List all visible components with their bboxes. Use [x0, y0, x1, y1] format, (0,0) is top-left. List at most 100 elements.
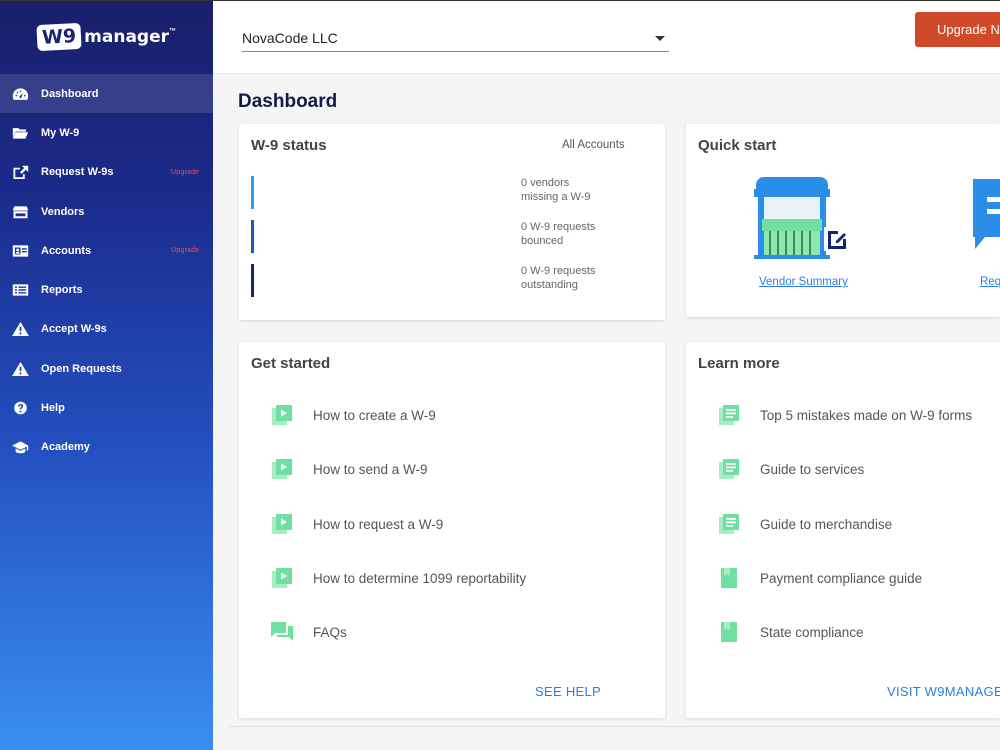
get-started-card: Get started How to create a W-9 How to s…: [239, 342, 665, 718]
warning-icon: [11, 361, 29, 376]
status-row-outstanding[interactable]: 0 W-9 requests outstanding: [251, 264, 651, 297]
sidebar-item-label: Open Requests: [41, 362, 122, 375]
dashboard-icon: [11, 87, 29, 101]
list-item-label: How to determine 1099 reportability: [313, 570, 527, 586]
sidebar-item-reports[interactable]: Reports: [0, 270, 213, 309]
list-item-send-w9[interactable]: How to send a W-9: [271, 458, 428, 480]
request-chat-icon[interactable]: [965, 177, 1000, 252]
sidebar-item-label: Vendors: [41, 205, 85, 218]
video-icon: [271, 514, 293, 534]
visit-w9manager-link[interactable]: VISIT W9MANAGER: [887, 684, 1000, 699]
sidebar-item-label: Academy: [41, 441, 90, 454]
upgrade-badge[interactable]: Upgrade: [171, 169, 199, 176]
status-count: 0 W-9 requests: [521, 265, 596, 277]
sidebar-item-vendors[interactable]: Vendors: [0, 192, 213, 231]
quick-start-card: Quick start Vendor Summary Req: [686, 124, 1000, 317]
sidebar-item-open-requests[interactable]: Open Requests: [0, 349, 213, 388]
list-item-1099-reportability[interactable]: How to determine 1099 reportability: [271, 567, 526, 589]
list-item-label: How to send a W-9: [313, 461, 428, 477]
sidebar-item-label: Reports: [41, 284, 83, 297]
sidebar-item-label: Request W-9s: [41, 166, 114, 179]
chat-icon: [271, 622, 293, 642]
status-count: 0 vendors: [521, 177, 570, 189]
list-item-guide-services[interactable]: Guide to services: [718, 458, 864, 480]
page-title: Dashboard: [238, 91, 338, 112]
list-item-label: Payment compliance guide: [760, 570, 923, 586]
sidebar-item-request-w9s[interactable]: Request W-9s Upgrade: [0, 153, 213, 192]
sidebar-item-dashboard[interactable]: Dashboard: [0, 74, 213, 114]
sidebar: W9 manager ™ Dashboard My W-9 Request W-…: [0, 0, 213, 750]
list-icon: [11, 283, 29, 297]
w9manager-logo[interactable]: W9 manager ™: [36, 22, 177, 52]
list-item-create-w9[interactable]: How to create a W-9: [271, 404, 436, 426]
status-text: 0 W-9 requests outstanding: [521, 264, 631, 292]
divider: [229, 726, 1000, 727]
graduation-cap-icon: [11, 440, 29, 454]
list-item-request-w9[interactable]: How to request a W-9: [271, 513, 443, 535]
sidebar-item-label: My W-9: [41, 126, 80, 139]
w9-status-card: W-9 status All Accounts 0 vendors missin…: [239, 124, 665, 320]
list-item-label: Top 5 mistakes made on W-9 forms: [760, 407, 973, 423]
status-row-bounced[interactable]: 0 W-9 requests bounced: [251, 220, 651, 253]
status-bar: [251, 176, 254, 209]
vendor-summary-link[interactable]: Vendor Summary: [759, 276, 848, 288]
list-item-label: Guide to merchandise: [760, 516, 893, 532]
chevron-down-icon: [655, 36, 665, 41]
status-row-missing[interactable]: 0 vendors missing a W-9: [251, 176, 651, 209]
warning-icon: [11, 322, 29, 337]
list-item-label: How to request a W-9: [313, 516, 444, 532]
list-item-label: State compliance: [760, 624, 864, 640]
list-item-guide-merchandise[interactable]: Guide to merchandise: [718, 513, 892, 535]
vendor-store-icon[interactable]: [752, 175, 852, 261]
logo-area: W9 manager ™: [0, 0, 213, 74]
header: NovaCode LLC Upgrade N: [213, 0, 1000, 74]
sidebar-item-my-w9[interactable]: My W-9: [0, 113, 213, 152]
video-icon: [271, 405, 293, 425]
sidebar-item-help[interactable]: Help: [0, 388, 213, 427]
status-bar: [251, 220, 254, 253]
card-title: Learn more: [698, 355, 780, 372]
list-item-top5-mistakes[interactable]: Top 5 mistakes made on W-9 forms: [718, 404, 972, 426]
status-count: 0 W-9 requests: [521, 221, 596, 233]
request-link[interactable]: Req: [980, 276, 1000, 288]
folder-open-icon: [11, 126, 29, 140]
logo-badge: W9: [36, 22, 82, 52]
sidebar-item-label: Accept W-9s: [41, 323, 107, 336]
window-top-border: [0, 0, 1000, 1]
card-title: W-9 status: [251, 137, 327, 154]
status-text: 0 W-9 requests bounced: [521, 220, 631, 248]
see-help-link[interactable]: SEE HELP: [535, 684, 601, 699]
book-icon: [718, 568, 740, 588]
logo-trademark: ™: [169, 28, 177, 35]
card-title: Get started: [251, 355, 331, 372]
sidebar-item-label: Accounts: [41, 244, 92, 257]
sidebar-item-academy[interactable]: Academy: [0, 428, 213, 467]
sidebar-item-label: Dashboard: [41, 87, 99, 100]
contact-card-icon: [11, 244, 29, 258]
upgrade-button[interactable]: Upgrade N: [915, 12, 1000, 47]
list-item-state-compliance[interactable]: State compliance: [718, 621, 864, 643]
list-item-label: FAQs: [313, 624, 347, 640]
sidebar-item-accounts[interactable]: Accounts Upgrade: [0, 231, 213, 270]
video-icon: [271, 568, 293, 588]
upgrade-badge[interactable]: Upgrade: [171, 247, 199, 254]
sidebar-item-label: Help: [41, 402, 65, 415]
list-item-faqs[interactable]: FAQs: [271, 621, 347, 643]
company-select[interactable]: NovaCode LLC: [242, 24, 669, 52]
status-bar: [251, 264, 254, 297]
book-icon: [718, 622, 740, 642]
article-icon: [718, 459, 740, 479]
status-text: 0 vendors missing a W-9: [521, 176, 631, 204]
company-select-value: NovaCode LLC: [242, 29, 338, 46]
sidebar-item-accept-w9s[interactable]: Accept W-9s: [0, 310, 213, 349]
list-item-payment-compliance[interactable]: Payment compliance guide: [718, 567, 922, 589]
video-icon: [271, 459, 293, 479]
card-title: Quick start: [698, 137, 777, 154]
share-icon: [11, 165, 29, 180]
logo-text: manager: [84, 27, 170, 47]
accounts-filter[interactable]: All Accounts: [562, 139, 625, 151]
status-label: bounced: [521, 235, 564, 247]
article-icon: [718, 405, 740, 425]
status-label: missing a W-9: [521, 191, 591, 203]
learn-more-card: Learn more Top 5 mistakes made on W-9 fo…: [686, 342, 1000, 718]
